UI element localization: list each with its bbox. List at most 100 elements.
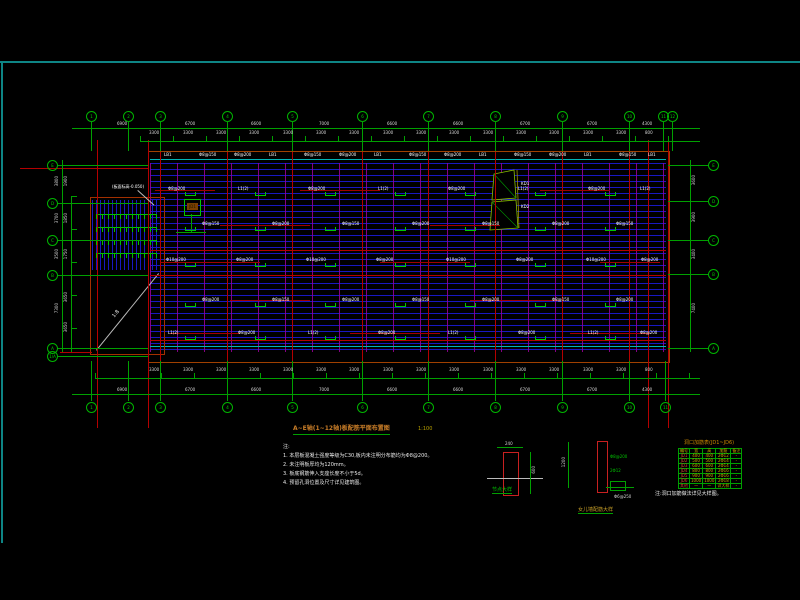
dim-left-sub: 3650 [64, 322, 68, 332]
rebar-label: Φ8@150 [616, 222, 633, 226]
drawing-title: A~E轴(1~12轴)板配筋平面布置图 [293, 423, 390, 435]
axis-leader [128, 361, 129, 401]
axis-leader [160, 121, 161, 151]
note-line: 4. 预留孔洞位置及尺寸详见建筑图。 [283, 479, 432, 488]
rebar-label: Φ8@150 [514, 153, 531, 157]
detail-right: 1200 Φ8@200 2Φ12 Φ6@250 [558, 435, 638, 503]
note-line: 1. 本层板混凝土强度等级为C30,板内未注明分布筋均为Φ8@200。 [283, 452, 432, 461]
rebar-mark [185, 303, 196, 307]
axis-bubble-bottom: 10 [624, 402, 635, 413]
beam-segment [170, 333, 240, 334]
rebar-label: Φ8@150 [304, 153, 321, 157]
red-grid-column [428, 152, 429, 361]
red-grid-column [362, 152, 363, 361]
rebar-label: L1(2) [640, 187, 650, 191]
rebar-label: Φ8@200 [308, 187, 325, 191]
axis-leader [58, 203, 148, 204]
dim-top-sub: 3300 [449, 131, 459, 135]
detail-right-dim-left: 1200 [562, 457, 566, 467]
dim-bottom-sub: 3300 [249, 368, 259, 372]
detail-left-slab-line [487, 478, 543, 479]
detail-left-caption: 节点大样 [492, 486, 512, 494]
dim-bottom-sub: 3300 [216, 368, 226, 372]
rebar-mark [605, 336, 616, 340]
rebar-label: Φ8@200 [234, 153, 251, 157]
dim-top-main: 6900 [117, 122, 127, 126]
rebar-label: LB1 [374, 153, 382, 157]
rebar-label: L1(2) [308, 331, 318, 335]
axis-leader [562, 121, 563, 151]
detail-right-wall [597, 441, 608, 493]
dim-left-sub: 3650 [64, 292, 68, 302]
dim-left-main: 3500 [55, 249, 59, 259]
rebar-mark [185, 227, 196, 231]
dim-top-sub: 3300 [383, 131, 393, 135]
dim-bottom-sub: 3300 [416, 368, 426, 372]
rebar-label: Φ8@200 [202, 298, 219, 302]
rebar-label: LB1 [584, 153, 592, 157]
detail-right-dim-line [568, 442, 569, 488]
rebar-label: Φ8@200 [640, 331, 657, 335]
dim-top-main: 6600 [387, 122, 397, 126]
dim-bottom-sub: 3300 [316, 368, 326, 372]
dim-bottom-sub: 3300 [149, 368, 159, 372]
dim-left-main: 3800 [55, 176, 59, 186]
axis-leader [227, 121, 228, 151]
axis-leader [672, 121, 673, 151]
rebar-label: Φ8@150 [202, 222, 219, 226]
axis-bubble-left: D [47, 198, 58, 209]
rebar-label: Φ8@150 [272, 298, 289, 302]
rebar-label: Φ8@200 [238, 331, 255, 335]
rebar-label: Φ8@200 [516, 258, 533, 262]
axis-leader [495, 361, 496, 401]
rebar-mark [605, 303, 616, 307]
rebar-label: Φ8@200 [552, 222, 569, 226]
axis-leader [58, 240, 148, 241]
dim-top-sub: 800 [645, 131, 653, 135]
axis-leader [428, 361, 429, 401]
general-notes: 注: 1. 本层板混凝土强度等级为C30,板内未注明分布筋均为Φ8@200。2.… [283, 443, 432, 488]
rebar-label: Φ8@150 [342, 222, 359, 226]
rebar-label: Φ8@200 [342, 298, 359, 302]
axis-bubble-bottom: 6 [357, 402, 368, 413]
axis-leader [58, 165, 148, 166]
rebar-mark [465, 336, 476, 340]
red-grid-column [495, 152, 496, 361]
axis-bubble-bottom: 3 [155, 402, 166, 413]
axis-leader [668, 240, 708, 241]
dim-bottom-main: 4300 [642, 388, 652, 392]
axis-bubble-bottom: 2 [123, 402, 134, 413]
rebar-mark [395, 263, 406, 267]
rebar-label: Φ10@200 [446, 258, 466, 262]
rebar-label: Φ8@200 [641, 258, 658, 262]
rebar-label: L1(2) [448, 331, 458, 335]
axis-leader [668, 274, 708, 275]
rebar-mark [605, 192, 616, 196]
rebar-label: LB1 [164, 153, 172, 157]
dim-top-sub: 3300 [549, 131, 559, 135]
rebar-label: Φ8@200 [376, 258, 393, 262]
opening-label: KD1 [521, 182, 529, 186]
dim-bottom-sub: 3300 [383, 368, 393, 372]
table-cell: - [731, 484, 742, 489]
red-grid-column [562, 152, 563, 361]
rebar-label: Φ10@200 [306, 258, 326, 262]
table-cell: 其他 [679, 484, 690, 489]
axis-leader [428, 121, 429, 151]
axis-leader [495, 121, 496, 151]
rebar-label: Φ8@200 [518, 331, 535, 335]
dim-top-sub: 3300 [516, 131, 526, 135]
axis-leader [668, 165, 708, 166]
rebar-label: L1(2) [518, 187, 528, 191]
rebar-label: Φ10@200 [166, 258, 186, 262]
axis-bubble-right: E [708, 160, 719, 171]
dim-left-sub: 1750 [64, 249, 68, 259]
opening-rebar-table: 编号宽高加筋备注JD14004002Φ12-JD25005002Φ14-JD36… [678, 448, 742, 489]
detail-right-label: Φ6@250 [614, 495, 631, 499]
rebar-mark [325, 227, 336, 231]
dim-top-sub: 3300 [149, 131, 159, 135]
axis-bubble-left: 1/A [47, 351, 58, 362]
dim-top-sub: 3300 [283, 131, 293, 135]
drawing-scale: 1:100 [418, 426, 432, 432]
beam-segment [220, 225, 310, 226]
